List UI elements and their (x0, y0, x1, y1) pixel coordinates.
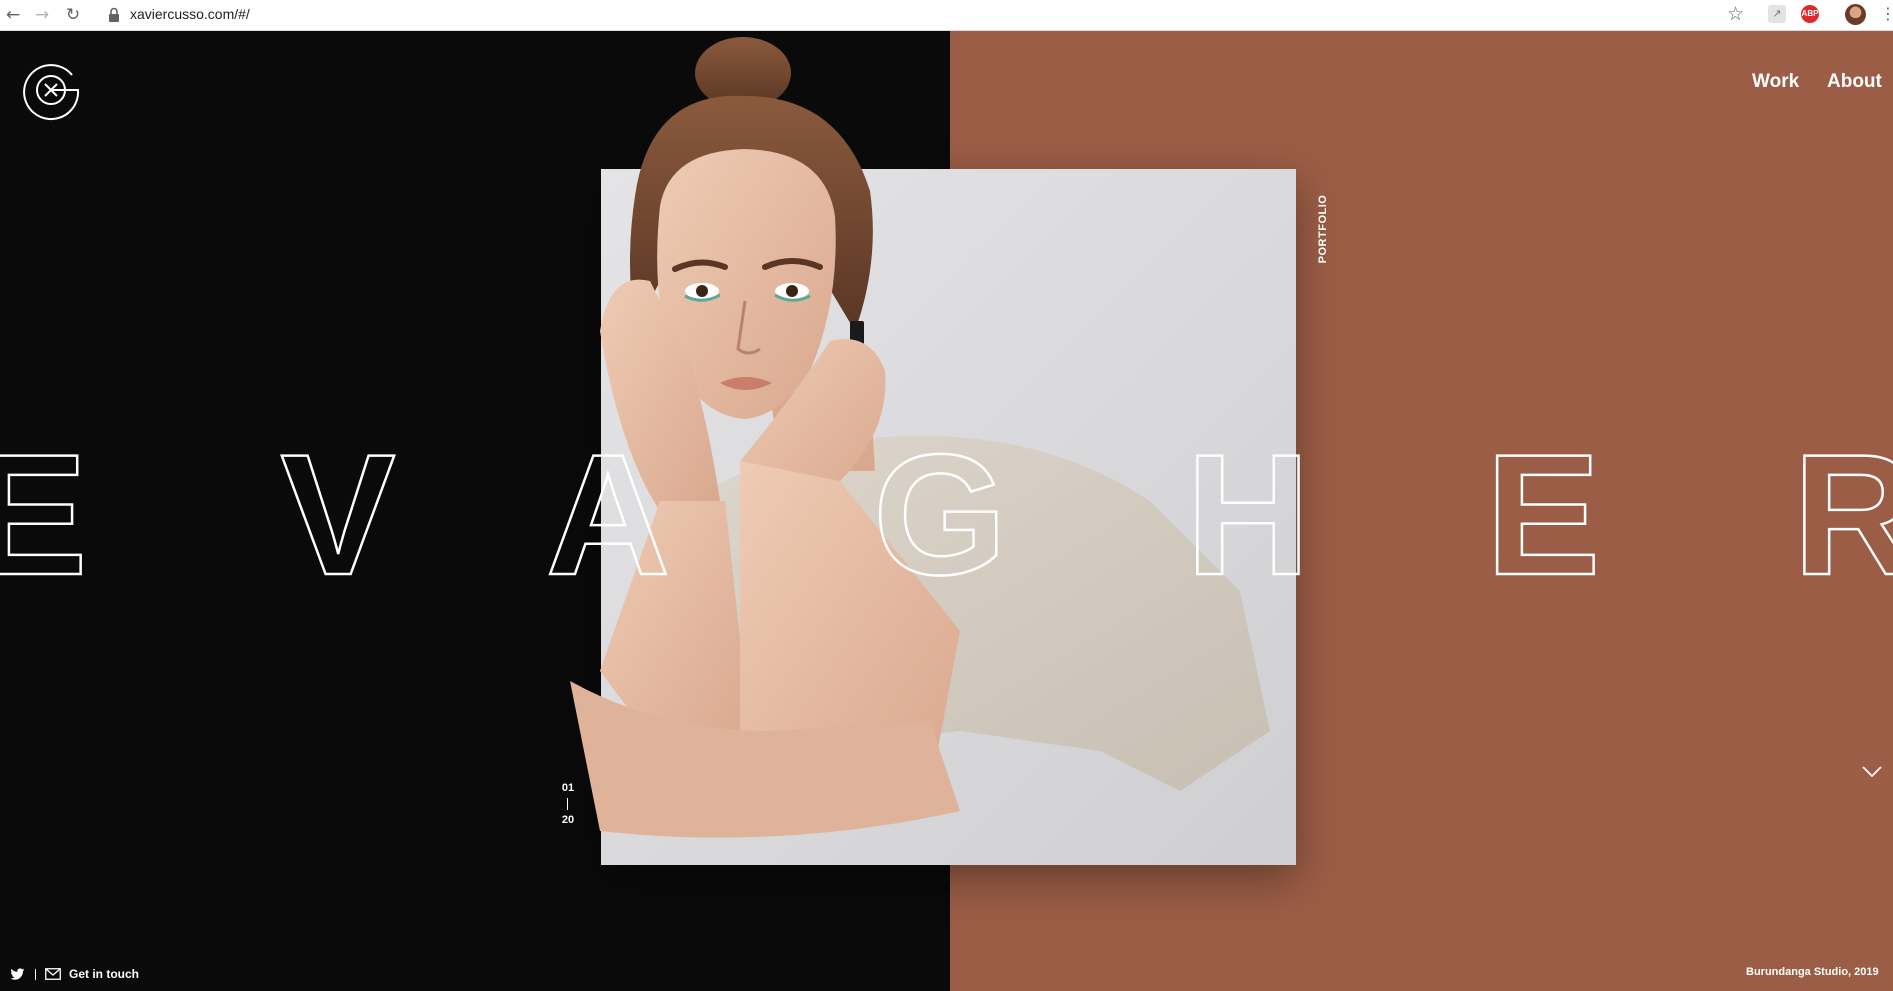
bookmark-star-icon[interactable]: ☆ (1727, 3, 1744, 25)
back-icon[interactable]: ← (2, 4, 24, 26)
slide-total: 20 (561, 814, 575, 826)
adblock-icon[interactable]: ABP (1801, 5, 1819, 23)
nav-work[interactable]: Work (1752, 71, 1799, 93)
footer-divider (35, 968, 36, 980)
footer-social: Get in touch (10, 966, 139, 982)
hero-title: E VA G H E R (0, 434, 1893, 594)
slide-current: 01 (561, 782, 575, 794)
page: Work About PORTFOLIO E VA G H E R 01 20 Get i… (0, 31, 1893, 991)
hero-title-letter: G (873, 434, 1007, 594)
studio-credit: Burundanga Studio, 2019 (1746, 966, 1879, 978)
address-bar[interactable]: xaviercusso.com/#/ (130, 6, 250, 22)
hero-title-letter: E (0, 434, 87, 594)
forward-icon[interactable]: → (31, 4, 53, 26)
logo[interactable] (18, 57, 84, 123)
lock-icon (109, 7, 119, 22)
hero-title-letter: R (1793, 434, 1893, 594)
reload-icon[interactable]: ↻ (62, 4, 84, 26)
hero-title-letter: H (1186, 434, 1310, 594)
portfolio-label: PORTFOLIO (1316, 189, 1330, 269)
nav-about[interactable]: About (1827, 71, 1882, 93)
hero-title-letter: V (281, 434, 396, 594)
browser-menu-icon[interactable]: ⋮ (1880, 4, 1893, 23)
counter-divider (567, 798, 568, 810)
hero-title-letter: A (546, 434, 670, 594)
profile-avatar[interactable] (1845, 4, 1866, 25)
chevron-down-icon[interactable] (1861, 764, 1883, 778)
mail-icon[interactable] (45, 968, 61, 980)
extension-icon[interactable]: ↗ (1768, 5, 1786, 23)
portfolio-label-text: PORTFOLIO (1317, 194, 1329, 264)
get-in-touch-link[interactable]: Get in touch (69, 967, 139, 981)
browser-toolbar: ← → ↻ xaviercusso.com/#/ ☆ ↗ ABP ⋮ (0, 0, 1893, 31)
hero-title-letter: E (1486, 434, 1601, 594)
twitter-icon[interactable] (10, 967, 25, 981)
